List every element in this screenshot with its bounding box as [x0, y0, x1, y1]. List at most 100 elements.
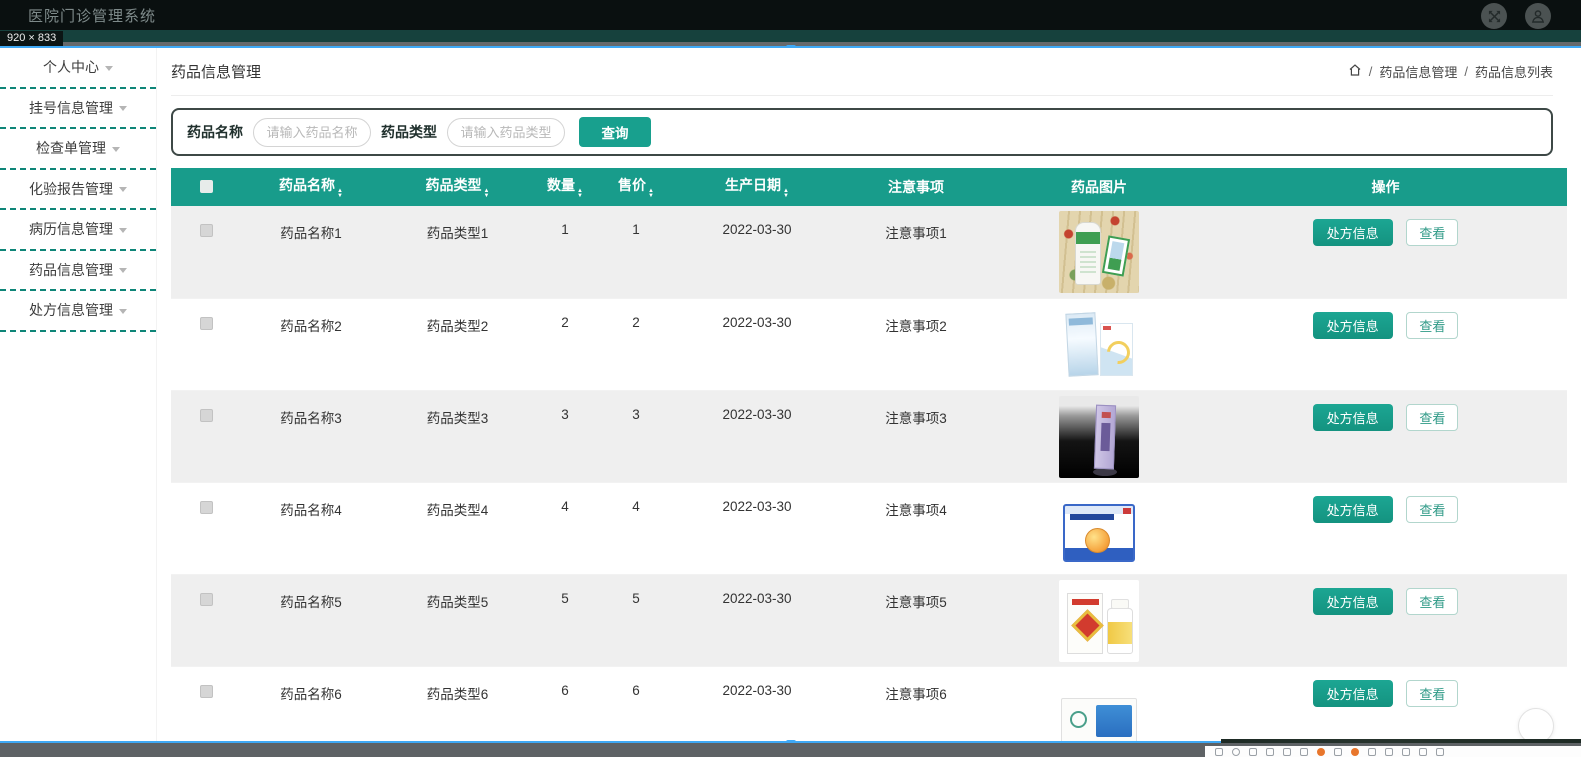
- sidebar-item-label: 个人中心: [43, 59, 99, 76]
- row-checkbox[interactable]: [199, 684, 213, 698]
- row-checkbox[interactable]: [199, 408, 213, 422]
- floating-button[interactable]: [1518, 708, 1554, 741]
- sort-icon: ▲ ▼: [783, 188, 789, 199]
- view-button[interactable]: 查看: [1406, 403, 1459, 431]
- pen-icon[interactable]: [1283, 747, 1291, 756]
- breadcrumb-separator: /: [1464, 64, 1468, 79]
- cell-notes: 注意事项2: [885, 318, 947, 334]
- sidebar-item-label: 化验报告管理: [29, 180, 113, 197]
- table-row: 药品名称3 药品类型3 3 3 2022-03-30 注意事项3 处方信息 查看: [171, 390, 1567, 482]
- row-checkbox[interactable]: [199, 592, 213, 606]
- drug-image: [1059, 671, 1139, 741]
- row-checkbox[interactable]: [199, 316, 213, 330]
- screen: 医院门诊管理系统 920 × 833 个人中心 挂号信息管理 检查单管理 化验报…: [0, 0, 1581, 757]
- drug-type-input[interactable]: [447, 117, 565, 147]
- grid-icon[interactable]: [1300, 747, 1308, 756]
- view-button[interactable]: 查看: [1406, 311, 1459, 339]
- cell-notes: 注意事项4: [885, 502, 947, 518]
- dot-orange-icon[interactable]: [1317, 747, 1325, 756]
- prescription-info-button[interactable]: 处方信息: [1312, 403, 1393, 431]
- chevron-icon[interactable]: [1402, 747, 1410, 756]
- cell-quantity: 4: [561, 498, 569, 514]
- query-button[interactable]: 查询: [579, 117, 651, 147]
- column-header-drug-type[interactable]: 药品类型 ▲ ▼: [381, 168, 534, 206]
- pin-orange-icon[interactable]: [1351, 747, 1359, 756]
- rect-icon[interactable]: [1334, 747, 1342, 756]
- cursor-icon[interactable]: [1368, 747, 1376, 756]
- sidebar-item-label: 检查单管理: [36, 140, 106, 157]
- sidebar-item-label: 药品信息管理: [29, 261, 113, 278]
- view-button[interactable]: 查看: [1406, 219, 1459, 246]
- sidebar-item-prescription-info-mgmt[interactable]: 处方信息管理: [0, 291, 156, 332]
- drug-image: [1059, 303, 1139, 386]
- sidebar-item-label: 处方信息管理: [29, 302, 113, 319]
- cell-price: 3: [632, 406, 640, 422]
- view-button[interactable]: 查看: [1406, 495, 1459, 523]
- cell-drug-name: 药品名称1: [280, 226, 342, 241]
- cell-drug-name: 药品名称5: [280, 594, 342, 610]
- cell-drug-type: 药品类型6: [426, 686, 489, 702]
- prescription-info-button[interactable]: 处方信息: [1312, 587, 1393, 615]
- sidebar-item-drug-info-mgmt[interactable]: 药品信息管理: [0, 251, 156, 291]
- drug-image: [1059, 395, 1139, 478]
- cell-drug-name: 药品名称6: [280, 686, 342, 702]
- sort-icon: ▲ ▼: [648, 188, 654, 199]
- drug-name-label: 药品名称: [187, 124, 243, 140]
- main-content: 药品信息管理 / 药品信息管理 / 药品信息列表 药品名称 药品类型 查询: [157, 48, 1581, 741]
- bar-icon[interactable]: [1385, 747, 1393, 756]
- breadcrumb: / 药品信息管理 / 药品信息列表: [1348, 62, 1553, 81]
- app-topbar: 医院门诊管理系统: [0, 0, 1581, 30]
- cell-notes: 注意事项6: [885, 686, 947, 702]
- cell-drug-name: 药品名称4: [280, 502, 342, 518]
- column-header-notes: 注意事项: [888, 179, 944, 195]
- table-row: 药品名称2 药品类型2 2 2 2022-03-30 注意事项2 处方信息 查看: [171, 298, 1567, 390]
- sidebar-item-checklist-mgmt[interactable]: 检查单管理: [0, 129, 156, 170]
- sidebar-item-registration-info[interactable]: 挂号信息管理: [0, 89, 156, 129]
- chevron-down-icon: [119, 106, 127, 112]
- dots-icon[interactable]: [1436, 747, 1444, 756]
- prescription-info-button[interactable]: 处方信息: [1312, 311, 1393, 339]
- sidebar: 个人中心 挂号信息管理 检查单管理 化验报告管理 病历信息管理 药品信息管理 处…: [0, 48, 157, 741]
- app-title: 医院门诊管理系统: [28, 7, 157, 25]
- select-all-checkbox[interactable]: [199, 180, 213, 193]
- responsive-mode-bar: 920 × 833: [0, 30, 1581, 46]
- drug-name-input[interactable]: [253, 117, 371, 147]
- row-checkbox[interactable]: [199, 224, 213, 237]
- sidebar-item-lab-report-mgmt[interactable]: 化验报告管理: [0, 170, 156, 210]
- sidebar-item-personal-center[interactable]: 个人中心: [0, 48, 156, 89]
- cell-quantity: 5: [561, 590, 569, 606]
- table-row: 药品名称1 药品类型1 1 1 2022-03-30 注意事项1 处方信息 查看: [171, 206, 1567, 298]
- fullscreen-icon[interactable]: [1481, 3, 1507, 29]
- column-header-drug-name[interactable]: 药品名称 ▲ ▼: [241, 168, 381, 206]
- window-icon[interactable]: [1215, 747, 1223, 756]
- sidebar-item-medical-record-mgmt[interactable]: 病历信息管理: [0, 210, 156, 251]
- breadcrumb-separator: /: [1368, 64, 1373, 79]
- cell-production-date: 2022-03-30: [722, 682, 792, 698]
- row-checkbox[interactable]: [199, 500, 213, 514]
- cell-price: 4: [632, 498, 640, 514]
- box-icon[interactable]: [1419, 747, 1427, 756]
- column-header-price[interactable]: 售价 ▲ ▼: [596, 168, 676, 206]
- table-header-row: 药品名称 ▲ ▼ 药品类型 ▲ ▼ 数量 ▲ ▼ 售价 ▲ ▼ 生产日期 ▲ ▼ 注意事项 药品图片…: [171, 168, 1567, 206]
- cell-production-date: 2022-03-30: [722, 222, 792, 237]
- arrow-icon[interactable]: [1266, 747, 1274, 756]
- view-button[interactable]: 查看: [1406, 679, 1459, 707]
- cell-notes: 注意事项3: [885, 410, 947, 426]
- frame-icon[interactable]: [1249, 747, 1257, 756]
- home-icon[interactable]: [1348, 63, 1362, 80]
- cell-drug-type: 药品类型4: [426, 502, 489, 518]
- view-button[interactable]: 查看: [1406, 587, 1459, 615]
- column-header-production-date[interactable]: 生产日期 ▲ ▼: [676, 168, 838, 206]
- prescription-info-button[interactable]: 处方信息: [1312, 495, 1393, 523]
- user-icon[interactable]: [1525, 3, 1551, 29]
- cell-drug-type: 药品类型3: [426, 410, 489, 426]
- sidebar-item-label: 病历信息管理: [29, 221, 113, 238]
- prescription-info-button[interactable]: 处方信息: [1312, 679, 1393, 707]
- column-header-quantity[interactable]: 数量 ▲ ▼: [534, 168, 596, 206]
- cell-notes: 注意事项1: [885, 226, 947, 241]
- drug-type-label: 药品类型: [381, 124, 437, 140]
- table-row: 药品名称4 药品类型4 4 4 2022-03-30 注意事项4 处方信息 查看: [171, 482, 1567, 574]
- prescription-info-button[interactable]: 处方信息: [1312, 219, 1393, 246]
- breadcrumb-item-drug-info[interactable]: 药品信息管理: [1379, 62, 1457, 81]
- circle-icon[interactable]: [1232, 747, 1240, 756]
